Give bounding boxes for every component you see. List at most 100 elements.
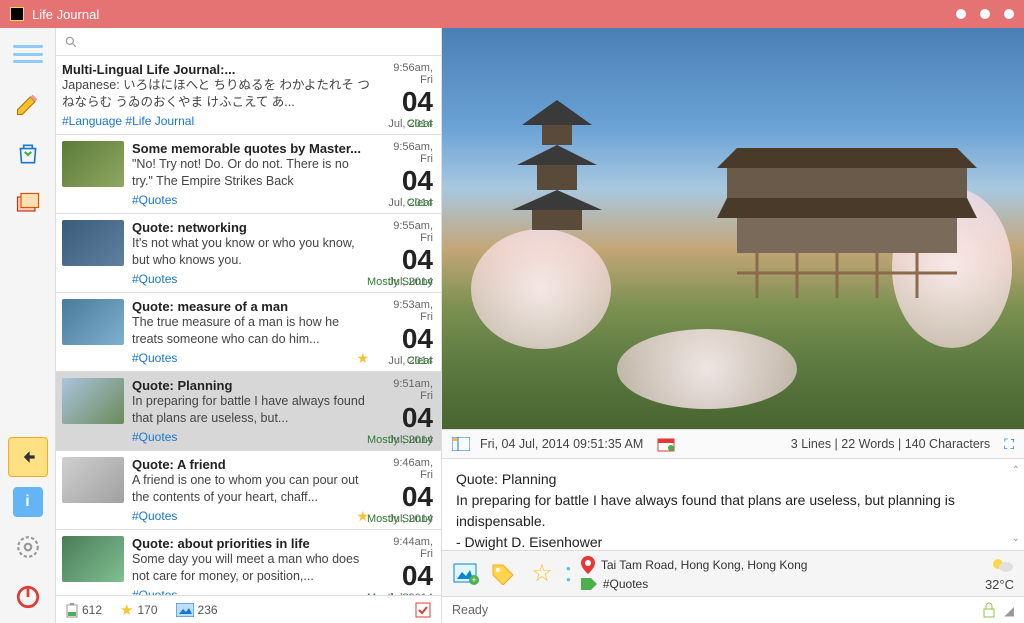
calendar-icon[interactable] [657, 436, 675, 452]
gear-icon [15, 534, 41, 560]
entry-excerpt: In preparing for battle I have always fo… [132, 393, 371, 427]
dots-icon: ● [566, 564, 571, 573]
minimize-button[interactable] [956, 9, 966, 19]
app-title: Life Journal [32, 7, 956, 22]
info-button[interactable]: i [13, 487, 43, 517]
entry-tags[interactable]: #Quotes [132, 588, 371, 595]
entry-tags[interactable]: #Quotes [132, 272, 371, 286]
checkbox-icon[interactable] [415, 602, 431, 618]
stat-photos: 236 [176, 603, 218, 617]
tag-small-icon [581, 578, 597, 590]
entry-item[interactable]: Multi-Lingual Life Journal:... Japanese:… [56, 56, 441, 135]
status-bar: Ready ◢ [442, 597, 1024, 623]
info-icon: i [25, 493, 29, 511]
resize-grip[interactable]: ◢ [1004, 603, 1014, 618]
location-row[interactable]: Tai Tam Road, Hong Kong, Hong Kong [581, 556, 975, 574]
menu-button[interactable] [8, 34, 48, 74]
entry-item[interactable]: Quote: Planning In preparing for battle … [56, 372, 441, 451]
pin-icon [581, 556, 595, 574]
entry-tags[interactable]: #Language #Life Journal [62, 114, 371, 128]
entry-item[interactable]: Some memorable quotes by Master... "No! … [56, 135, 441, 214]
tag-button[interactable] [490, 560, 518, 588]
entry-day: 04 [379, 246, 433, 274]
entry-excerpt: A friend is one to whom you can pour out… [132, 472, 371, 506]
entry-day: 04 [379, 167, 433, 195]
trash-button[interactable] [8, 134, 48, 174]
svg-text:+: + [471, 575, 476, 585]
entry-time: 9:56am, Fri [379, 62, 433, 86]
layout-icon[interactable] [452, 437, 470, 451]
entry-item[interactable]: Quote: measure of a man The true measure… [56, 293, 441, 372]
entry-body-title: Quote: Planning [456, 469, 1010, 490]
entry-title: Multi-Lingual Life Journal:... [62, 62, 371, 77]
entry-weather: Clear [407, 355, 433, 367]
entry-day: 04 [379, 404, 433, 432]
weather-icon [990, 556, 1014, 574]
entry-body-text: In preparing for battle I have always fo… [456, 490, 1010, 532]
battery-icon [66, 602, 78, 618]
settings-button[interactable] [8, 527, 48, 567]
power-icon [15, 584, 41, 610]
entry-thumb [62, 457, 124, 503]
pencil-icon [14, 90, 42, 118]
trash-icon [15, 141, 41, 167]
entries-scroll[interactable]: Multi-Lingual Life Journal:... Japanese:… [56, 56, 441, 595]
entry-tags[interactable]: #Quotes [132, 509, 371, 523]
entry-body[interactable]: Quote: Planning In preparing for battle … [442, 459, 1024, 551]
tags-row[interactable]: #Quotes [581, 577, 975, 591]
star-button[interactable]: ☆ [528, 560, 556, 588]
hamburger-icon [13, 45, 43, 63]
entry-time: 9:44am, Fri [379, 536, 433, 560]
image-icon [176, 603, 194, 617]
entry-weather: Mostly Sunny [367, 434, 433, 446]
entry-day: 04 [379, 325, 433, 353]
entry-time: 9:56am, Fri [379, 141, 433, 165]
arrow-left-icon [18, 447, 38, 467]
hero-image[interactable] [442, 28, 1024, 429]
entry-tags[interactable]: #Quotes [132, 430, 371, 444]
entry-excerpt: Japanese: いろはにほへと ちりぬるを わかよたれそ つねならむ うゐの… [62, 77, 371, 111]
new-entry-button[interactable] [8, 84, 48, 124]
content-panel: Fri, 04 Jul, 2014 09:51:35 AM 3 Lines | … [442, 28, 1024, 623]
entry-item[interactable]: Quote: A friend A friend is one to whom … [56, 451, 441, 530]
search-icon [64, 35, 78, 49]
entry-thumb [62, 141, 124, 187]
entry-day: 04 [379, 88, 433, 116]
sidebar: i [0, 28, 56, 623]
entry-weather: Mostly Sunny [367, 592, 433, 595]
add-photo-button[interactable]: + [452, 560, 480, 588]
star-icon: ★ [120, 601, 133, 619]
search-input[interactable] [84, 34, 433, 49]
entry-excerpt: The true measure of a man is how he trea… [132, 314, 371, 348]
entry-thumb [62, 378, 124, 424]
photos-icon [14, 190, 42, 218]
entry-excerpt: "No! Try not! Do. Or do not. There is no… [132, 156, 371, 190]
entry-thumb [62, 299, 124, 345]
entry-title: Quote: about priorities in life [132, 536, 371, 551]
close-button[interactable] [1004, 9, 1014, 19]
scroll-indicator[interactable]: ⌃⌄ [1012, 463, 1020, 546]
entry-weather: Mostly Sunny [367, 276, 433, 288]
entry-item[interactable]: Quote: networking It's not what you know… [56, 214, 441, 293]
fullscreen-button[interactable]: ⛶ [1004, 436, 1014, 453]
entry-item[interactable]: Quote: about priorities in life Some day… [56, 530, 441, 595]
meta-bar: Fri, 04 Jul, 2014 09:51:35 AM 3 Lines | … [442, 429, 1024, 459]
app-icon [10, 7, 24, 21]
entry-weather: Mostly Sunny [367, 513, 433, 525]
entry-tags[interactable]: #Quotes [132, 193, 371, 207]
entry-title: Quote: Planning [132, 378, 371, 393]
collapse-button[interactable] [8, 437, 48, 477]
search-row [56, 28, 441, 56]
maximize-button[interactable] [980, 9, 990, 19]
entry-tags[interactable]: #Quotes [132, 351, 371, 365]
power-button[interactable] [8, 577, 48, 617]
entry-day: 04 [379, 562, 433, 590]
photos-button[interactable] [8, 184, 48, 224]
star-icon: ★ [356, 350, 369, 367]
meta-toolbar: + ☆ ●● Tai Tam Road, Hong Kong, Hong Kon… [442, 551, 1024, 597]
lock-icon[interactable] [982, 602, 996, 618]
entry-thumb [62, 536, 124, 582]
entry-time: 9:46am, Fri [379, 457, 433, 481]
window-controls [956, 9, 1014, 19]
stat-starred: ★ 170 [120, 601, 157, 619]
